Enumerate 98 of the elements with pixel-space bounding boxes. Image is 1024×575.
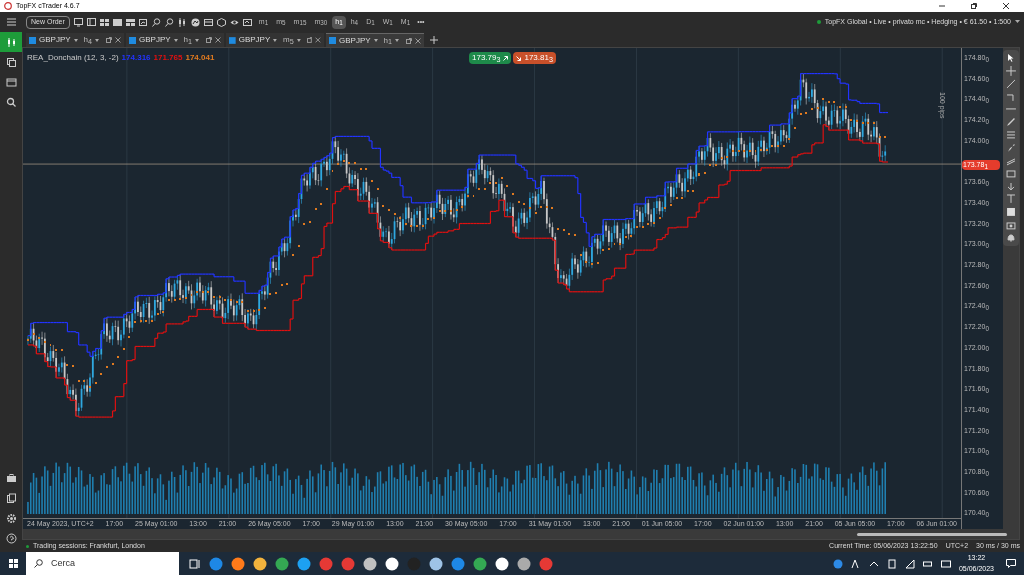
detach-icon[interactable] [106,37,112,43]
tab-symbol: GBPJPY [339,34,371,47]
detach-icon[interactable] [406,37,412,44]
app-logo-icon [4,2,12,10]
tab-timeframe[interactable]: m$_{5}$ [283,34,294,46]
caret-icon[interactable] [273,38,278,42]
search-icon [34,559,43,568]
detach-icon[interactable] [206,37,212,43]
channel-icon[interactable] [1006,155,1016,166]
app-icon[interactable] [253,556,267,571]
split-layout-icon[interactable] [125,17,135,27]
font-icon[interactable] [850,558,861,569]
notifications-icon[interactable] [1006,559,1016,568]
chart-tab[interactable]: GBPJPY h$_{1}$ [326,33,424,47]
buy-price-button[interactable]: 173.81$_{3}$ [513,52,556,64]
tab-symbol: GBPJPY [238,34,271,46]
snapshot-icon[interactable] [242,17,252,27]
close-icon[interactable] [415,37,421,44]
candles-icon[interactable] [177,17,187,27]
network-icon[interactable] [904,558,915,569]
caret-icon[interactable] [95,38,100,42]
camera-icon[interactable] [1006,220,1016,231]
chart-tab[interactable]: GBPJPY h$_{1}$ [126,33,224,47]
search-icon [5,96,17,108]
caret-icon[interactable] [195,38,200,42]
menu-icon [6,18,16,26]
keyboard-icon[interactable] [940,558,951,569]
indicator-value: 174.041 [185,52,215,64]
app-icon[interactable] [517,556,531,571]
candles-icon [5,36,17,48]
chart-tab[interactable]: GBPJPY m$_{5}$ [226,33,324,47]
app-icon[interactable] [385,556,399,571]
square-icon[interactable] [1006,207,1016,218]
dropdown-caret-icon[interactable] [1015,20,1020,24]
monitor-icon[interactable] [73,17,83,27]
close-icon [1002,2,1010,10]
gear-icon[interactable] [5,512,17,524]
window-icon [5,76,17,88]
minimize-icon [938,2,946,10]
chart-tab[interactable]: GBPJPY h$_{4}$ [26,33,124,47]
brush-icon[interactable] [1006,143,1016,153]
single-chart-icon[interactable] [112,17,122,27]
close-icon[interactable] [215,37,221,43]
indicator-value: 174.316 [121,52,151,64]
taskbar-search-box[interactable]: Cerca [26,552,179,575]
device-icon[interactable] [886,558,897,569]
arrow-icon [516,55,522,61]
template-icon[interactable] [203,17,213,27]
caret-icon[interactable] [73,38,78,42]
bell-icon[interactable] [1006,233,1016,243]
symbol-icon [29,36,36,44]
arrow-icon [503,55,509,61]
taskbar-search-field[interactable]: Cerca [51,556,161,571]
pages-icon[interactable] [5,492,17,504]
text-icon[interactable] [1006,194,1016,205]
caret-icon[interactable] [395,39,400,42]
tab-symbol: GBPJPY [139,34,171,46]
zoom-in-icon[interactable] [151,17,161,27]
scroll-bar[interactable] [857,532,1007,536]
symbol-icon [329,37,336,44]
close-icon[interactable] [315,37,321,43]
add-tab-icon[interactable] [430,36,438,44]
close-icon[interactable] [115,37,121,43]
tab-timeframe[interactable]: h$_{1}$ [383,34,393,47]
windows-logo-icon [8,559,18,568]
indicator-label[interactable]: REA_Donchain (12, 3, -2) [27,52,119,64]
task-view-icon[interactable] [189,557,201,570]
battery-icon[interactable] [922,558,933,569]
symbol-icon [229,36,236,44]
caret-icon[interactable] [296,38,301,42]
line-icon[interactable] [1006,78,1016,89]
rectangle-icon[interactable] [1006,168,1016,179]
grid-icon[interactable] [99,17,109,27]
tab-timeframe[interactable]: h$_{4}$ [83,34,93,46]
indicator-icon[interactable] [190,17,200,27]
fibonacci-icon[interactable] [1006,130,1016,140]
app-icon[interactable] [429,556,443,571]
crosshair-icon[interactable] [1006,65,1016,76]
restore-icon [970,2,978,10]
layout-icon[interactable] [86,17,96,27]
caret-icon[interactable] [173,38,178,42]
briefcase-icon[interactable] [5,472,17,484]
arrow-down-icon[interactable] [1006,181,1016,192]
chart-window-icon[interactable] [138,17,148,27]
app-icon[interactable] [495,556,509,571]
symbol-icon [129,36,136,44]
tab-symbol: GBPJPY [39,34,71,46]
copy-icon [5,56,17,68]
zoom-out-icon[interactable] [164,17,174,27]
indicator-value: 171.765 [153,52,183,64]
pencil-icon[interactable] [1006,117,1016,128]
cube-icon[interactable] [216,17,226,27]
app-icon[interactable] [363,556,377,571]
ruler-icon[interactable] [1006,91,1016,102]
detach-icon[interactable] [306,37,313,43]
sell-price-button[interactable]: 173.79$_{3}$ [469,52,512,64]
tab-timeframe[interactable]: h$_{1}$ [183,34,193,46]
caret-icon[interactable] [373,39,378,42]
